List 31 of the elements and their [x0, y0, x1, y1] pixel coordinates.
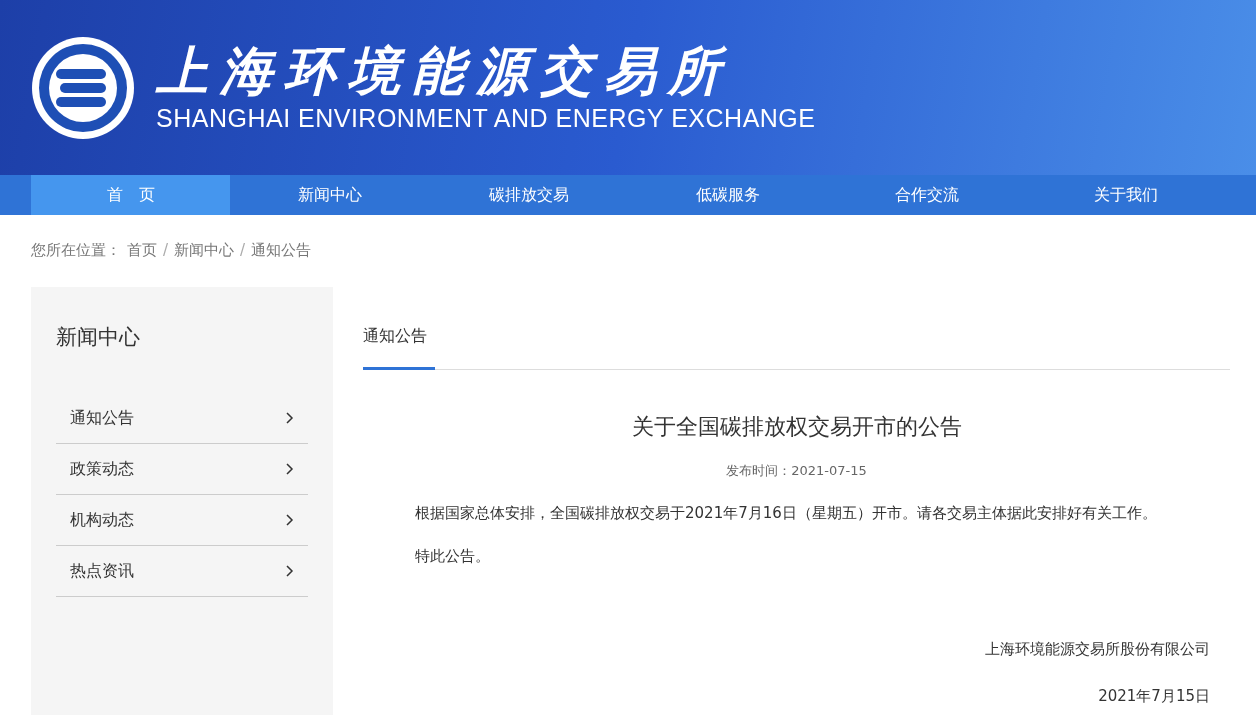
section-tab[interactable]: 通知公告 [363, 326, 435, 370]
article-title: 关于全国碳排放权交易开市的公告 [630, 413, 963, 441]
chevron-icon [286, 463, 294, 475]
article-paragraph: 根据国家总体安排，全国碳排放权交易于2021年7月16日（星期五）开市。请各交易主体据此安排好有关工作。 [415, 504, 1158, 523]
publish-date: 发布时间：2021-07-15 [725, 462, 868, 480]
breadcrumb-link[interactable]: 首页 [127, 240, 157, 260]
chevron-icon [286, 565, 294, 577]
chevron-icon [286, 412, 294, 424]
nav-item[interactable]: 关于我们 [1026, 175, 1225, 215]
breadcrumb-separator: / [240, 241, 246, 259]
signed-date: 2021年7月15日 [1098, 687, 1210, 705]
nav-item[interactable]: 合作交流 [827, 175, 1026, 215]
breadcrumb-label: 您所在位置： [31, 240, 121, 260]
sidebar-item[interactable]: 热点资讯 [56, 546, 308, 597]
site-title: 上海环境能源交易所 [156, 42, 733, 100]
breadcrumb-link[interactable]: 新闻中心 [174, 240, 235, 260]
site-subtitle: SHANGHAI ENVIRONMENT AND ENERGY EXCHANGE [156, 103, 816, 133]
sidebar-item[interactable]: 通知公告 [56, 393, 308, 444]
sidebar-item[interactable]: 机构动态 [56, 495, 308, 546]
nav-item[interactable]: 新闻中心 [230, 175, 429, 215]
logo-icon [30, 34, 136, 141]
signature-text: 上海环境能源交易所股份有限公司 [985, 640, 1210, 658]
nav-item[interactable]: 低碳服务 [628, 175, 827, 215]
chevron-icon [286, 514, 294, 526]
nav-item[interactable]: 碳排放交易 [429, 175, 628, 215]
breadcrumb-separator: / [163, 241, 169, 259]
breadcrumb-link[interactable]: 通知公告 [251, 240, 312, 260]
article-paragraph: 特此公告。 [415, 547, 491, 566]
sidebar-title: 新闻中心 [56, 324, 141, 351]
nav-item[interactable]: 首 页 [31, 175, 230, 215]
sidebar-item[interactable]: 政策动态 [56, 444, 308, 495]
